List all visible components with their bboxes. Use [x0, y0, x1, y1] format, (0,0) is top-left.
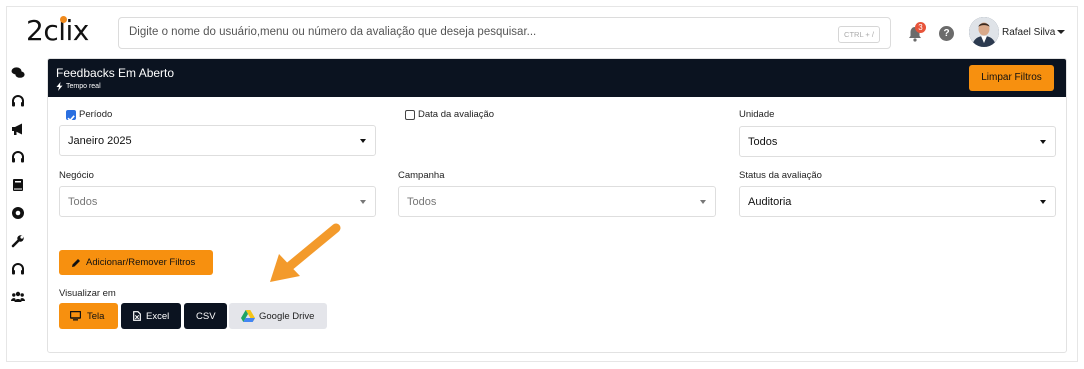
google-drive-icon [241, 310, 255, 322]
periodo-checkbox[interactable] [66, 110, 76, 122]
caret-down-icon [1040, 140, 1046, 144]
view-google-drive-label: Google Drive [259, 311, 315, 322]
unidade-value: Todos [748, 136, 778, 148]
unidade-label: Unidade [739, 109, 775, 120]
headset-icon[interactable] [11, 262, 25, 276]
data-avaliacao-label: Data da avaliação [418, 109, 495, 120]
feedbacks-panel: Feedbacks Em Aberto Tempo real Limpar Fi… [47, 58, 1067, 353]
view-csv-label: CSV [196, 311, 216, 322]
logo-dot [60, 16, 67, 23]
negocio-label: Negócio [59, 170, 94, 181]
app-logo[interactable]: 2clix [26, 14, 89, 47]
view-excel-label: Excel [146, 311, 170, 322]
megaphone-icon[interactable] [11, 122, 25, 136]
campanha-label: Campanha [398, 170, 445, 181]
headset-icon[interactable] [11, 150, 25, 164]
view-excel-button[interactable]: Excel [121, 303, 181, 329]
view-google-drive-button[interactable]: Google Drive [229, 303, 327, 329]
negocio-value: Todos [68, 196, 98, 208]
periodo-value: Janeiro 2025 [68, 135, 132, 147]
annotation-arrow-icon [270, 223, 341, 282]
check-icon [67, 115, 75, 122]
search-input[interactable]: Digite o nome do usuário,menu ou número … [129, 26, 536, 38]
pencil-icon [72, 259, 80, 267]
data-avaliacao-checkbox[interactable] [405, 110, 415, 120]
view-screen-button[interactable]: Tela [59, 303, 118, 329]
search-bar[interactable]: Digite o nome do usuário,menu ou número … [118, 17, 891, 49]
caret-down-icon [1040, 200, 1046, 204]
view-csv-button[interactable]: CSV [184, 303, 227, 329]
view-as-label: Visualizar em [59, 288, 116, 299]
wrench-icon[interactable] [11, 234, 25, 248]
view-screen-label: Tela [87, 311, 105, 322]
avatar[interactable] [969, 17, 999, 47]
caret-down-icon [360, 200, 366, 204]
user-menu-name[interactable]: Rafael Silva [1002, 27, 1055, 38]
headset-icon[interactable] [11, 94, 25, 108]
search-shortcut-hint: CTRL + / [838, 26, 880, 43]
add-remove-filters-label: Adicionar/Remover Filtros [86, 257, 196, 268]
status-label: Status da avaliação [739, 170, 822, 181]
user-photo [969, 17, 999, 47]
periodo-select[interactable]: Janeiro 2025 [59, 125, 376, 156]
caret-down-icon [360, 139, 366, 143]
caret-down-icon [700, 200, 706, 204]
campanha-value: Todos [407, 196, 437, 208]
chat-icon[interactable] [11, 66, 25, 80]
panel-subtitle: Tempo real [66, 83, 101, 90]
file-excel-icon [133, 311, 141, 321]
periodo-label: Período [79, 109, 113, 120]
negocio-select[interactable]: Todos [59, 186, 376, 217]
add-remove-filters-button[interactable]: Adicionar/Remover Filtros [59, 250, 213, 275]
status-select[interactable]: Auditoria [739, 186, 1056, 217]
gear-icon[interactable] [11, 206, 25, 220]
status-value: Auditoria [748, 196, 792, 208]
clear-filters-button[interactable]: Limpar Filtros [969, 65, 1054, 91]
panel-header: Feedbacks Em Aberto Tempo real Limpar Fi… [48, 59, 1066, 97]
help-icon[interactable]: ? [939, 26, 954, 41]
panel-title: Feedbacks Em Aberto [56, 66, 175, 80]
bolt-icon [56, 82, 63, 91]
chevron-down-icon[interactable] [1057, 30, 1065, 34]
notification-badge: 3 [915, 22, 926, 33]
campanha-select[interactable]: Todos [398, 186, 716, 217]
book-icon[interactable] [11, 178, 25, 192]
unidade-select[interactable]: Todos [739, 126, 1056, 157]
monitor-icon [70, 311, 81, 321]
users-icon[interactable] [11, 290, 25, 304]
